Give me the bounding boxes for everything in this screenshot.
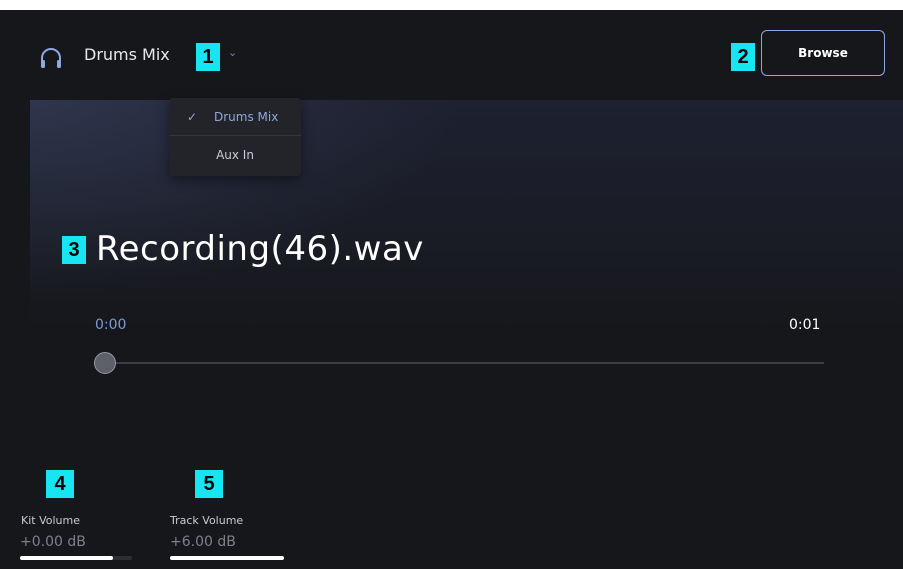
dropdown-option-drums-mix[interactable]: ✓ Drums Mix	[169, 100, 301, 136]
source-select-label[interactable]: Drums Mix	[84, 45, 170, 64]
kit-volume-fill	[20, 556, 113, 560]
track-volume-value: +6.00 dB	[170, 534, 236, 550]
annotation-badge-4: 4	[46, 470, 74, 498]
kit-volume-value: +0.00 dB	[20, 534, 86, 550]
kit-volume-slider[interactable]	[20, 556, 132, 560]
annotation-badge-3: 3	[62, 236, 86, 264]
annotation-badge-1: 1	[196, 43, 220, 71]
playback-track[interactable]	[106, 362, 824, 364]
annotation-badge-2: 2	[731, 43, 755, 71]
headphones-icon	[41, 48, 61, 68]
time-total: 0:01	[789, 317, 821, 333]
dropdown-option-label: Drums Mix	[214, 110, 279, 124]
dropdown-divider	[169, 135, 301, 136]
track-volume-slider[interactable]	[170, 556, 284, 560]
chevron-down-icon[interactable]: ⌄	[228, 46, 237, 59]
source-dropdown-menu: ✓ Drums Mix Aux In	[169, 98, 301, 176]
kit-volume-label: Kit Volume	[21, 514, 80, 527]
browse-button[interactable]: Browse	[761, 30, 885, 76]
track-volume-label: Track Volume	[170, 514, 244, 527]
track-volume-fill	[170, 556, 284, 560]
dropdown-option-aux-in[interactable]: Aux In	[169, 137, 301, 173]
hero-background	[30, 100, 903, 330]
time-current: 0:00	[95, 317, 127, 333]
app-window: Drums Mix 1 ⌄ 2 Browse ✓ Drums Mix Aux I…	[0, 10, 903, 569]
annotation-badge-5: 5	[195, 470, 223, 498]
check-icon: ✓	[187, 110, 198, 124]
playback-slider-handle[interactable]	[94, 352, 116, 374]
file-name: Recording(46).wav	[96, 229, 424, 269]
